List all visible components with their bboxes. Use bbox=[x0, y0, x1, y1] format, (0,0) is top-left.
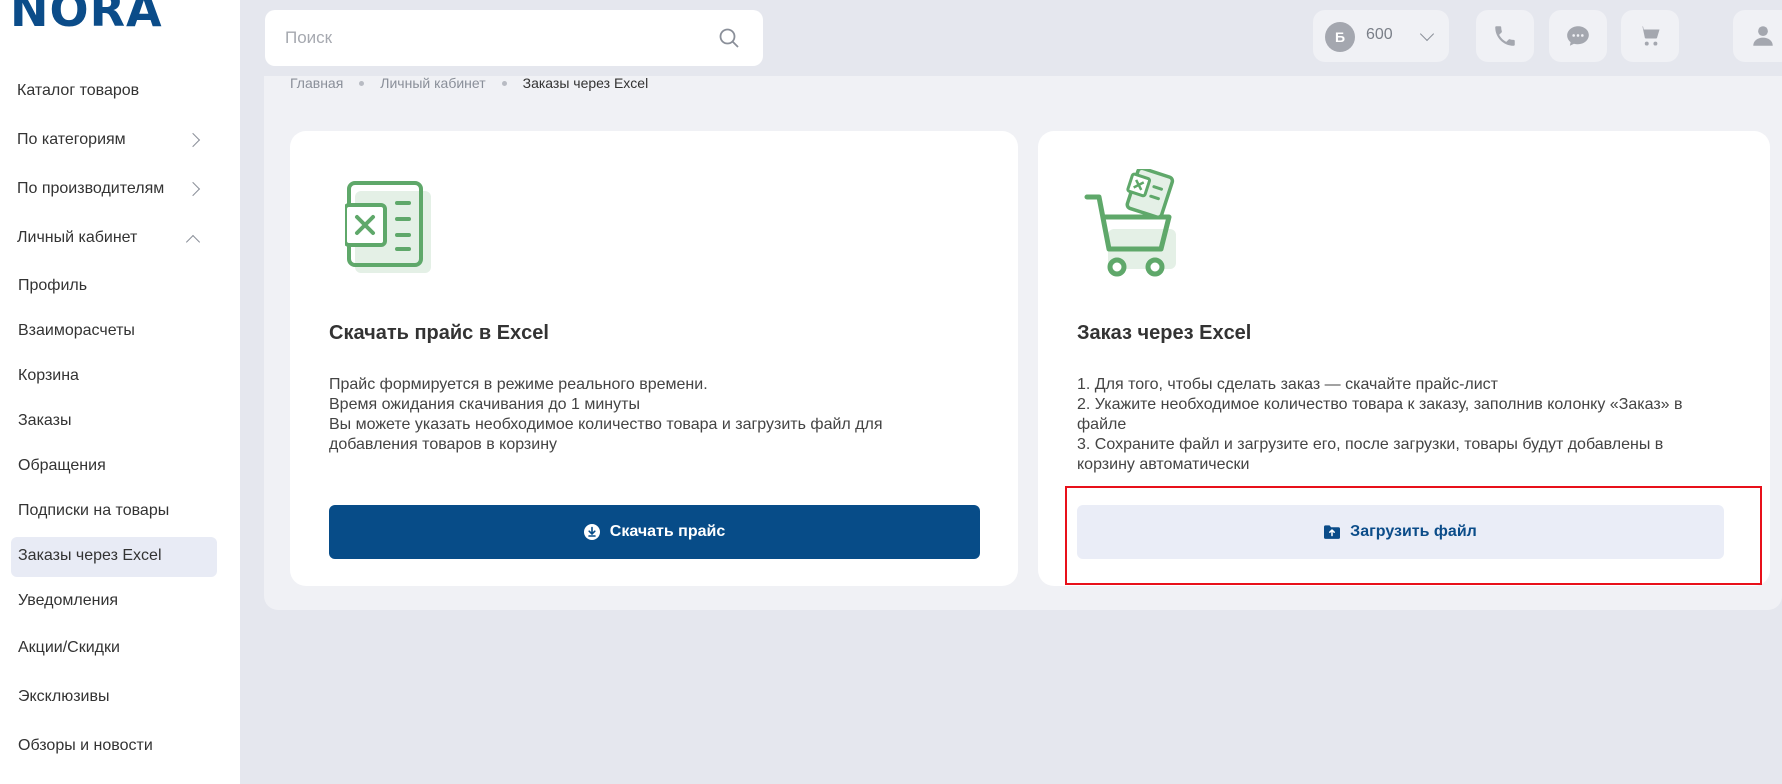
logo-text: NORA bbox=[10, 0, 163, 30]
bonus-value: 600 bbox=[1366, 26, 1393, 43]
sidebar-item-account[interactable]: Личный кабинет bbox=[17, 229, 137, 247]
breadcrumb: Главная Личный кабинет Заказы через Exce… bbox=[290, 75, 648, 91]
download-price-label: Скачать прайс bbox=[609, 523, 726, 540]
search-bar[interactable]: Поиск bbox=[265, 10, 763, 66]
sidebar-item-label: По категориям bbox=[17, 131, 126, 148]
sidebar-item-settlements[interactable]: Взаиморасчеты bbox=[18, 322, 135, 340]
phone-button[interactable] bbox=[1476, 10, 1534, 62]
bonus-balance-dropdown[interactable]: Б 600 bbox=[1313, 10, 1449, 62]
download-icon bbox=[583, 524, 600, 540]
sidebar-item-label: Уведомления bbox=[18, 592, 119, 609]
instruction-line: корзину автоматически bbox=[1077, 456, 1250, 473]
breadcrumb-current: Заказы через Excel bbox=[522, 75, 649, 91]
description-line: Вы можете указать необходимое количество… bbox=[329, 416, 883, 433]
search-icon[interactable] bbox=[717, 26, 741, 50]
user-icon bbox=[1753, 26, 1773, 46]
sidebar-item-label: Взаиморасчеты bbox=[18, 322, 135, 339]
sidebar-item-label: Личный кабинет bbox=[17, 229, 138, 246]
chevron-right-icon[interactable] bbox=[185, 132, 201, 148]
breadcrumb-separator bbox=[359, 80, 365, 86]
card-instructions: 1. Для того, чтобы сделать заказ — скача… bbox=[1077, 375, 1683, 475]
sidebar-item-label: Заказы bbox=[18, 412, 72, 429]
sidebar-item-catalog[interactable]: Каталог товаров bbox=[17, 82, 139, 100]
chevron-down-icon bbox=[1419, 26, 1435, 42]
sidebar-item-label: Обращения bbox=[18, 457, 106, 474]
sidebar-item-profile[interactable]: Профиль bbox=[18, 277, 87, 295]
sidebar-item-cart[interactable]: Корзина bbox=[18, 367, 79, 385]
sidebar-item-manufacturers[interactable]: По производителям bbox=[17, 180, 164, 198]
chat-button[interactable] bbox=[1549, 10, 1607, 62]
sidebar-item-label: Эксклюзивы bbox=[18, 688, 110, 705]
download-price-button[interactable]: Скачать прайс bbox=[329, 505, 980, 559]
phone-icon bbox=[1495, 26, 1515, 46]
sidebar-item-categories[interactable]: По категориям bbox=[17, 131, 126, 149]
logo[interactable]: NORA bbox=[10, 0, 180, 30]
instruction-line: 3. Сохраните файл и загрузите его, после… bbox=[1077, 436, 1664, 453]
sidebar-item-label: По производителям bbox=[17, 180, 165, 197]
chat-icon bbox=[1567, 26, 1589, 46]
description-line: Прайс формируется в режиме реального вре… bbox=[329, 376, 708, 393]
instruction-line: файле bbox=[1077, 416, 1127, 433]
sidebar-item-label: Профиль bbox=[18, 277, 88, 294]
description-line: добавления товаров в корзину bbox=[329, 436, 558, 453]
sidebar-item-label: Каталог товаров bbox=[17, 82, 140, 99]
breadcrumb-account[interactable]: Личный кабинет bbox=[380, 75, 485, 91]
cart-button[interactable] bbox=[1621, 10, 1679, 62]
card-description: Прайс формируется в режиме реального вре… bbox=[329, 375, 883, 455]
sidebar-item-label: Обзоры и новости bbox=[18, 737, 153, 754]
chevron-up-icon[interactable] bbox=[185, 234, 201, 250]
sidebar-item-excel-orders[interactable]: Заказы через Excel bbox=[18, 547, 162, 565]
sidebar-item-label: Корзина bbox=[18, 367, 79, 384]
instruction-line: 2. Укажите необходимое количество товара… bbox=[1077, 396, 1683, 413]
cart-excel-icon bbox=[1084, 169, 1176, 277]
breadcrumb-separator bbox=[501, 80, 507, 86]
sidebar-item-requests[interactable]: Обращения bbox=[18, 457, 106, 475]
sidebar-item-promotions[interactable]: Акции/Скидки bbox=[18, 639, 120, 657]
search-input[interactable]: Поиск bbox=[285, 28, 332, 48]
sidebar-item-label: Заказы через Excel bbox=[18, 547, 162, 564]
instruction-line: 1. Для того, чтобы сделать заказ — скача… bbox=[1077, 376, 1498, 393]
card-title: Скачать прайс в Excel bbox=[329, 322, 549, 344]
description-line: Время ожидания скачивания до 1 минуты bbox=[329, 396, 640, 413]
sidebar-item-label: Акции/Скидки bbox=[18, 639, 120, 656]
card-title: Заказ через Excel bbox=[1077, 322, 1252, 344]
sidebar-item-label: Подписки на товары bbox=[18, 502, 170, 519]
chevron-right-icon[interactable] bbox=[185, 181, 201, 197]
excel-file-icon bbox=[345, 181, 431, 273]
sidebar-item-exclusives[interactable]: Эксклюзивы bbox=[18, 688, 109, 706]
cart-icon bbox=[1639, 26, 1660, 46]
sidebar-item-news[interactable]: Обзоры и новости bbox=[18, 737, 153, 755]
profile-button[interactable] bbox=[1733, 10, 1782, 62]
sidebar: NORA Каталог товаров По категориям По пр… bbox=[0, 0, 240, 784]
sidebar-item-orders[interactable]: Заказы bbox=[18, 412, 71, 430]
upload-highlight-frame bbox=[1065, 486, 1762, 585]
sidebar-item-notifications[interactable]: Уведомления bbox=[18, 592, 118, 610]
sidebar-item-subscriptions[interactable]: Подписки на товары bbox=[18, 502, 169, 520]
bonus-badge: Б bbox=[1325, 22, 1355, 52]
breadcrumb-home[interactable]: Главная bbox=[290, 75, 343, 91]
download-price-card: Скачать прайс в Excel Прайс формируется … bbox=[290, 131, 1018, 586]
